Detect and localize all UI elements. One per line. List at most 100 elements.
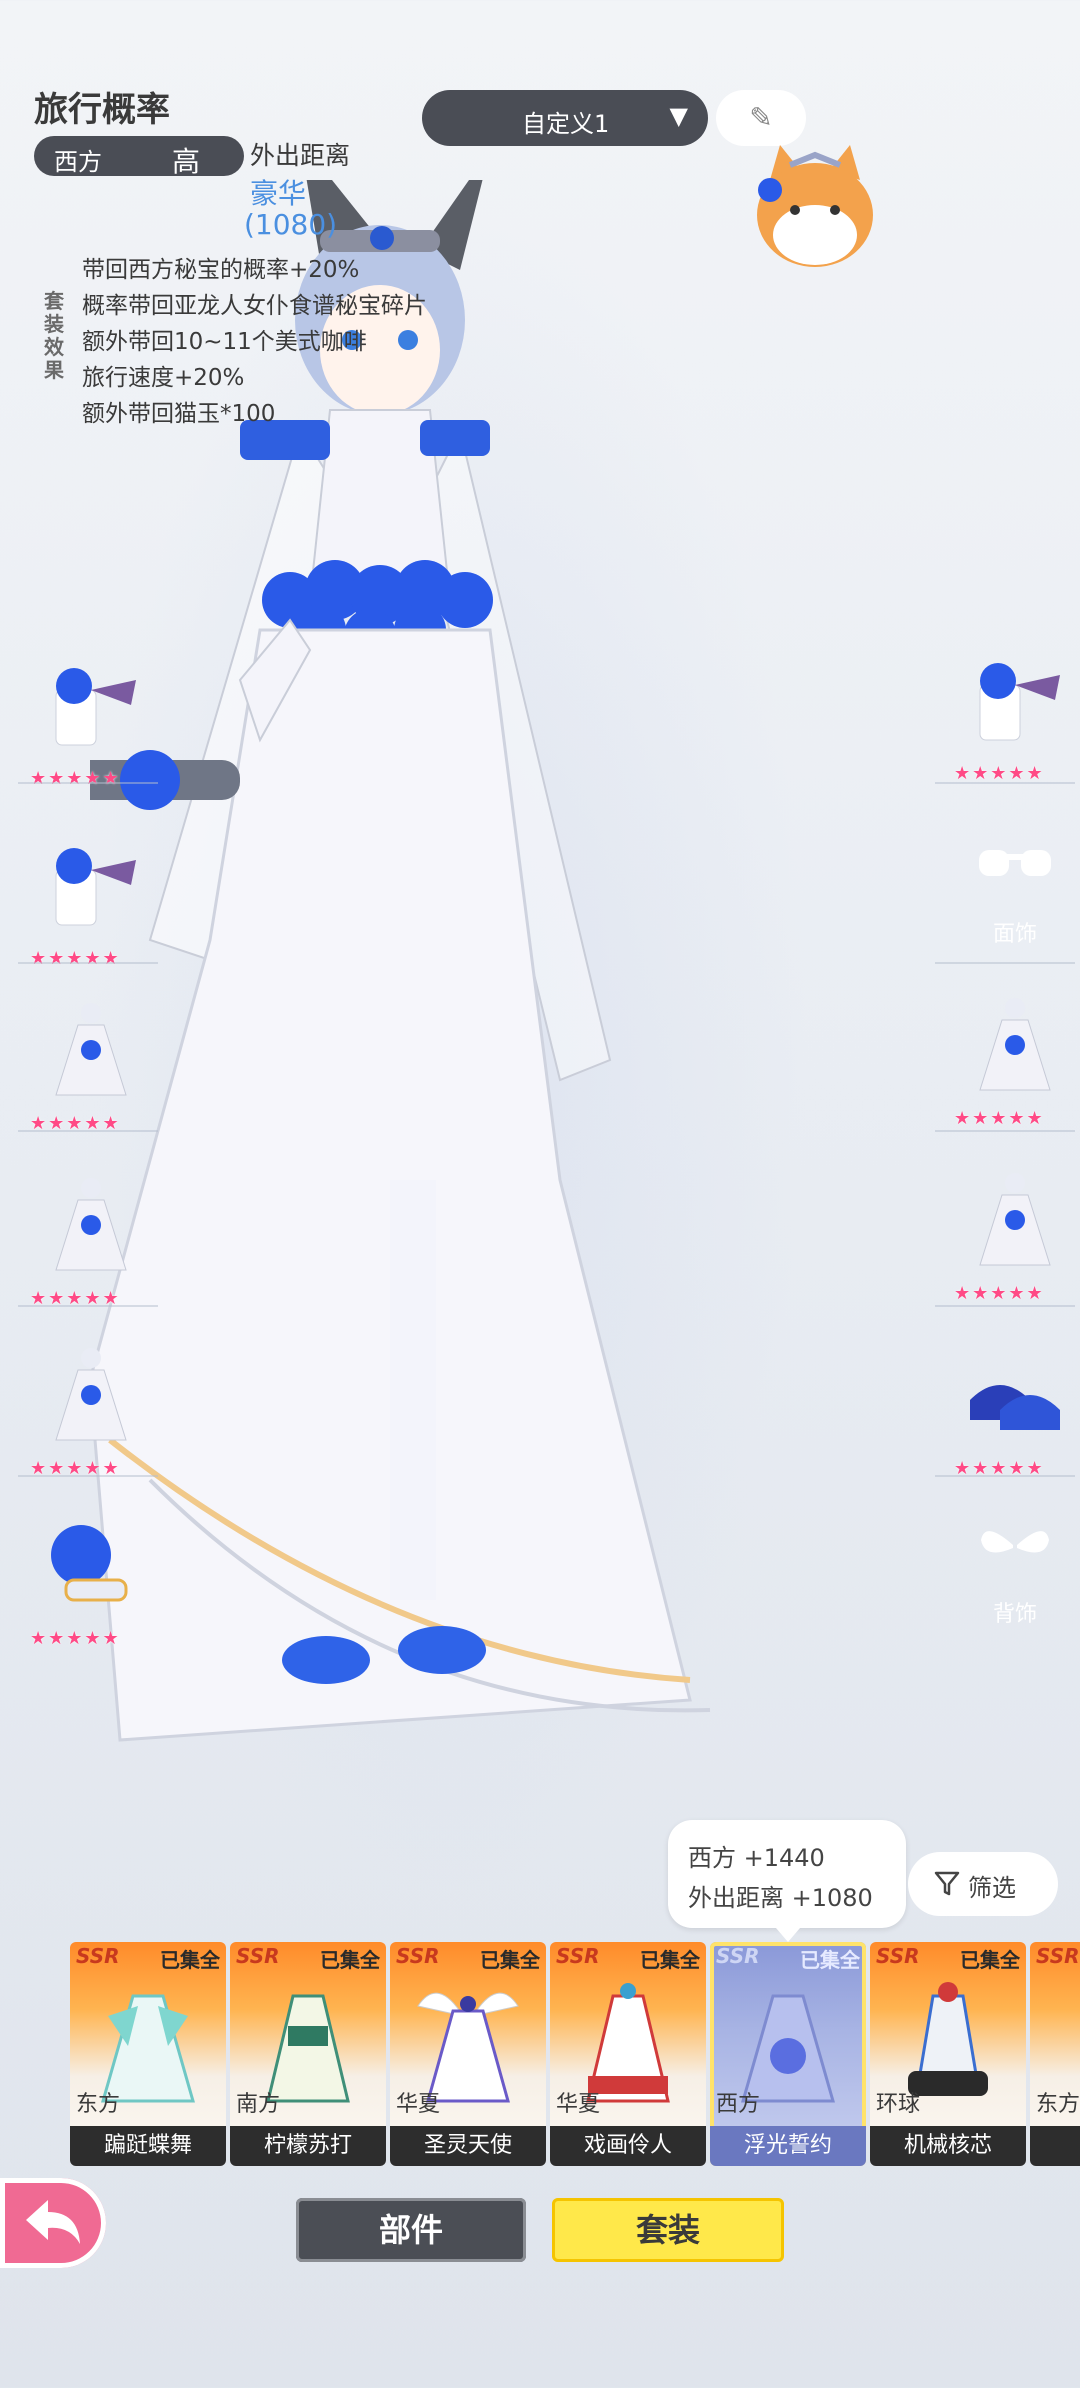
preset-dropdown[interactable]: 自定义1 ▼ [422,90,708,146]
slot-divider [18,1475,158,1477]
tooltip-distance-bonus: 外出距离 +1080 [688,1884,873,1912]
outfit-card[interactable]: SSR 已集全 环球 机械核芯 [870,1942,1026,2166]
equip-slot-socks[interactable]: ★★★★★ [16,1330,166,1495]
set-tier-name: 豪华 [250,177,307,210]
rarity-stars: ★★★★★ [30,768,121,789]
collection-status: 已集全 [320,1948,380,1972]
tooltip-region-bonus: 西方 +1440 [688,1844,825,1872]
dress-item-icon [55,1178,127,1271]
equip-slot-headwear[interactable]: ★★★★★ [940,635,1080,800]
outfit-card[interactable]: SSR 已集全 东方 蹁跹蝶舞 [70,1942,226,2166]
equip-slot-bottom[interactable]: ★★★★★ [16,1160,166,1325]
outfit-name: 浮光誓约 [710,2126,866,2166]
filter-button[interactable]: 筛选 [908,1852,1058,1916]
collection-status: 已集全 [640,1948,700,1972]
slot-divider [18,1305,158,1307]
outfit-region: 华夏 [396,2092,441,2117]
outfit-region: 环球 [876,2092,921,2117]
slot-label: 面饰 [992,922,1037,947]
rarity-label: SSR [716,1944,760,1968]
outfit-name: 机械核芯 [870,2126,1026,2166]
equip-slot-hand[interactable]: ★★★★★ [16,1500,166,1665]
outfit-card[interactable]: SSR 已集全 南方 柠檬苏打 [230,1942,386,2166]
region-probability-pill: 西方 高 [34,136,244,178]
rarity-label: SSR [556,1944,600,1968]
tiara-item-icon [55,848,136,926]
equip-slot-stockings[interactable]: ★★★★★ [940,1155,1080,1320]
slot-divider [935,1475,1075,1477]
outfit-card[interactable]: SSR 已集全 华夏 戏画伶人 [550,1942,706,2166]
set-tier-value: (1080) [244,208,338,241]
dress-item-icon [55,1348,127,1441]
outfit-name: 柠檬苏打 [230,2126,386,2166]
distance-label: 外出距离 [250,141,351,170]
outfit-card-selected[interactable]: SSR 已集全 西方 浮光誓约 [710,1942,866,2166]
tiara-item-icon [979,663,1060,741]
equip-slot-top[interactable]: ★★★★★ [16,985,166,1150]
region-value: 高 [172,145,201,178]
rarity-stars: ★★★★★ [30,1628,121,1649]
effect-line: 带回西方秘宝的概率+20% [82,257,360,283]
rarity-stars: ★★★★★ [954,763,1045,784]
set-effects-list: 带回西方秘宝的概率+20% 概率带回亚龙人女仆食谱秘宝碎片 额外带回10~11个… [82,252,427,432]
outfit-region: 华夏 [556,2092,601,2117]
back-button[interactable] [0,2178,106,2268]
effect-line: 旅行速度+20% [82,365,245,391]
travel-probability-title: 旅行概率 [34,90,170,130]
outfit-region: 东方 [1036,2092,1080,2117]
cat-pet-icon [757,145,873,267]
slot-divider [18,1130,158,1132]
equip-slot-face[interactable]: 面饰 [935,820,1080,985]
rarity-label: SSR [876,1944,920,1968]
outfit-name: 圣灵天使 [390,2126,546,2166]
rose-bracelet-item-icon [51,1525,128,1602]
effect-line: 额外带回猫玉*100 [82,401,276,427]
region-label: 西方 [54,148,102,176]
collection-status: 已集全 [800,1948,860,1972]
outfit-card-list[interactable]: SSR 已集全 东方 蹁跹蝶舞 SSR 已集全 南方 柠檬苏打 SSR 已集全 … [70,1942,1080,2170]
rarity-label: SSR [396,1944,440,1968]
outfit-card[interactable]: SSR 东方 武 [1030,1942,1080,2166]
outfit-name: 蹁跹蝶舞 [70,2126,226,2166]
slot-divider [935,962,1075,964]
tab-parts[interactable]: 部件 [296,2198,526,2262]
wings-icon [981,1531,1049,1553]
funnel-icon [934,1871,960,1896]
equip-slot-hair[interactable]: ★★★★★ [16,820,166,985]
tab-sets[interactable]: 套装 [552,2198,784,2262]
slot-divider [18,962,158,964]
dropdown-arrow-icon: ▼ [669,102,688,130]
character-figure [30,140,711,1742]
collection-status: 已集全 [960,1948,1020,1972]
set-effects-side-label: 套装效果 [44,289,64,382]
dress-item-icon [979,998,1051,1091]
outfit-name: 戏画伶人 [550,2126,706,2166]
preset-label: 自定义1 [522,110,610,138]
slot-divider [935,1305,1075,1307]
slot-divider [935,1130,1075,1132]
outfit-region: 西方 [716,2092,761,2117]
effect-line: 额外带回10~11个美式咖啡 [82,329,367,355]
equip-slot-head[interactable]: ★★★★★ [16,640,166,805]
rarity-label: SSR [236,1944,280,1968]
character-stage [30,140,810,1900]
tiara-item-icon [55,668,136,746]
equip-slot-outfit[interactable]: ★★★★★ [940,980,1080,1145]
set-bonus-tooltip: 西方 +1440 外出距离 +1080 [668,1820,906,1942]
effect-line: 概率带回亚龙人女仆食谱秘宝碎片 [82,293,427,319]
rarity-stars: ★★★★★ [30,948,121,969]
dress-item-icon [979,1173,1051,1266]
slot-divider [935,782,1075,784]
filter-label: 筛选 [968,1874,1016,1902]
outfit-region: 南方 [236,2092,281,2117]
collection-status: 已集全 [160,1948,220,1972]
equip-slot-back[interactable]: 背饰 [935,1500,1080,1665]
pet-cat-companion[interactable] [740,130,890,280]
shoes-item-icon [970,1385,1060,1430]
back-arrow-icon [26,2200,80,2244]
outfit-card[interactable]: SSR 已集全 华夏 圣灵天使 [390,1942,546,2166]
collection-status: 已集全 [480,1948,540,1972]
rarity-label: SSR [1036,1944,1080,1968]
outfit-region: 东方 [76,2092,121,2117]
equip-slot-shoes[interactable]: ★★★★★ [940,1330,1080,1495]
